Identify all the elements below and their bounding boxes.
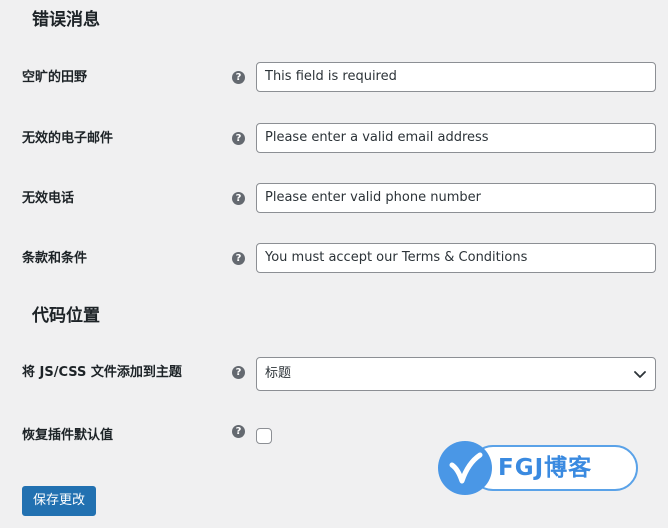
question-circle-icon[interactable]: ? xyxy=(232,252,245,265)
question-circle-icon[interactable]: ? xyxy=(232,132,245,145)
question-circle-icon[interactable]: ? xyxy=(232,366,245,379)
field-row-invalid-phone: 无效电话 ? Please enter valid phone number xyxy=(0,183,668,215)
terms-label: 条款和条件 xyxy=(22,251,88,266)
code-location-heading: 代码位置 xyxy=(32,306,100,326)
empty-field-message-input[interactable]: This field is required xyxy=(256,62,656,92)
terms-message-input[interactable]: You must accept our Terms & Conditions xyxy=(256,243,656,273)
save-changes-button[interactable]: 保存更改 xyxy=(22,486,96,516)
checkmark-logo-icon xyxy=(449,452,483,484)
error-messages-heading: 错误消息 xyxy=(32,10,100,30)
fgj-blog-watermark: FGJ博客 xyxy=(438,441,640,495)
reset-defaults-checkbox[interactable] xyxy=(256,428,272,444)
invalid-email-message-input[interactable]: Please enter a valid email address xyxy=(256,123,656,153)
js-css-location-selected-value: 标题 xyxy=(265,366,292,381)
invalid-phone-message-input[interactable]: Please enter valid phone number xyxy=(256,183,656,213)
invalid-email-label: 无效的电子邮件 xyxy=(22,131,114,146)
question-circle-icon[interactable]: ? xyxy=(232,71,245,84)
watermark-logo-icon xyxy=(438,441,492,495)
field-row-invalid-email: 无效的电子邮件 ? Please enter a valid email add… xyxy=(0,123,668,155)
field-row-empty-field: 空旷的田野 ? This field is required xyxy=(0,62,668,94)
chevron-down-icon xyxy=(634,371,646,378)
watermark-text: FGJ博客 xyxy=(498,455,593,481)
js-css-location-label: 将 JS/CSS 文件添加到主题 xyxy=(22,365,182,380)
js-css-location-select[interactable]: 标题 xyxy=(256,357,656,391)
question-circle-icon[interactable]: ? xyxy=(232,425,245,438)
empty-field-label: 空旷的田野 xyxy=(22,70,88,85)
field-row-terms: 条款和条件 ? You must accept our Terms & Cond… xyxy=(0,243,668,275)
field-row-js-css: 将 JS/CSS 文件添加到主题 ? 标题 xyxy=(0,357,668,391)
invalid-phone-label: 无效电话 xyxy=(22,191,75,206)
question-circle-icon[interactable]: ? xyxy=(232,192,245,205)
reset-defaults-label: 恢复插件默认值 xyxy=(22,428,114,443)
